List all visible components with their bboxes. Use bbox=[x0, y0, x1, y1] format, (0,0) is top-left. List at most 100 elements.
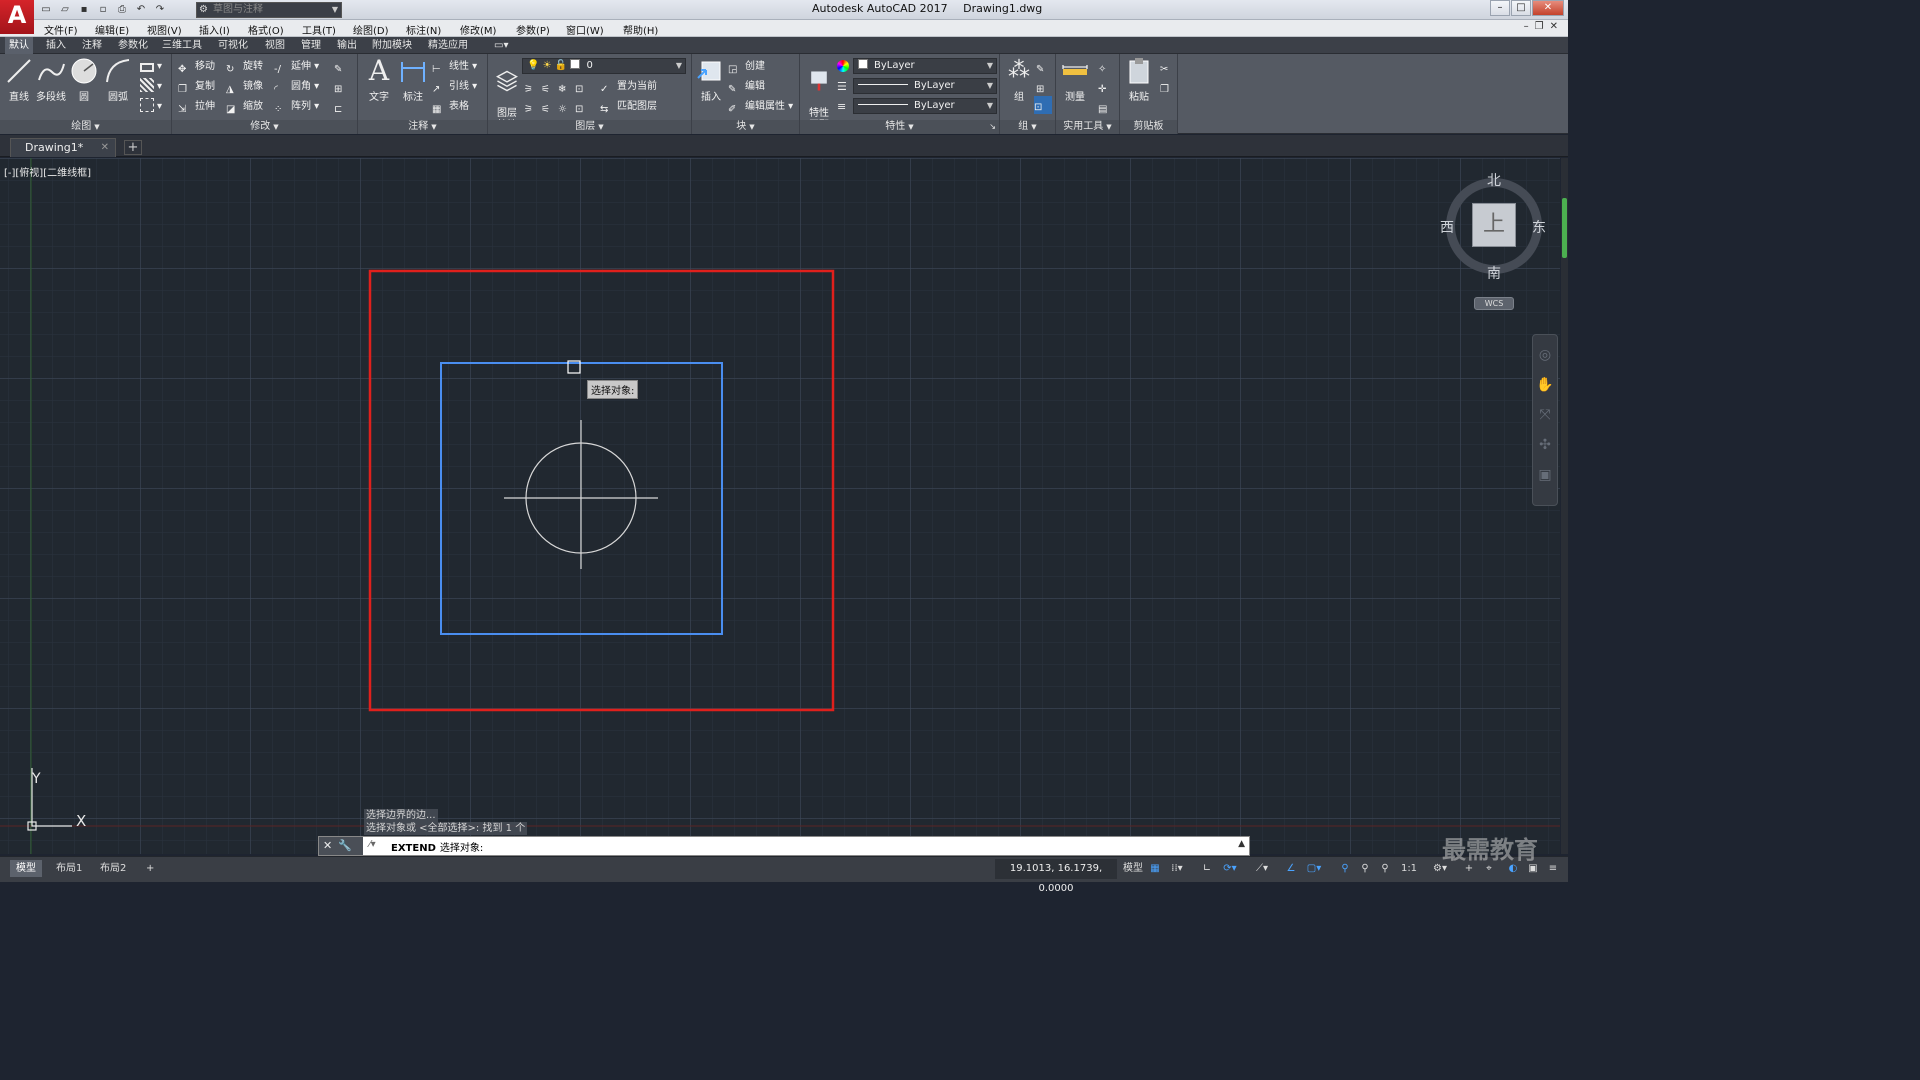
open-file-icon[interactable]: ▱ bbox=[57, 2, 73, 17]
tab-annotate[interactable]: 注释 bbox=[78, 37, 106, 54]
scale-button[interactable]: ◪ 缩放 bbox=[226, 98, 263, 116]
save-as-icon[interactable]: ▫ bbox=[95, 2, 111, 17]
workspace-selector[interactable]: ⚙ 草图与注释 ▼ bbox=[196, 2, 342, 18]
layer-tools-row1[interactable]: ⚞ ⚟ ❄ ⊡ bbox=[524, 78, 592, 96]
hatch-button[interactable]: ▾ bbox=[140, 78, 162, 96]
leader-button[interactable]: ↗ 引线 ▾ bbox=[432, 78, 477, 96]
compass-east[interactable]: 东 bbox=[1532, 217, 1546, 237]
wrench-icon[interactable]: 🔧 bbox=[338, 839, 358, 852]
linear-dim-button[interactable]: ⊢ 线性 ▾ bbox=[432, 58, 477, 76]
annotation-visibility-icon[interactable]: ⚲ bbox=[1338, 861, 1352, 877]
table-button[interactable]: ▦ 表格 bbox=[432, 98, 469, 116]
snap-icon[interactable]: ⁞⁞▾ bbox=[1166, 861, 1188, 877]
tab-layout2[interactable]: 布局2 bbox=[94, 860, 132, 877]
block-panel-title[interactable]: 块 ▼ bbox=[692, 120, 799, 134]
menu-edit[interactable]: 编辑(E) bbox=[95, 22, 129, 37]
command-history-toggle-icon[interactable]: ▲ bbox=[1238, 839, 1245, 849]
compass-south[interactable]: 南 bbox=[1487, 263, 1501, 283]
document-window-controls[interactable]: –❐✕ bbox=[1524, 21, 1564, 32]
ungroup-button[interactable]: ⊞ bbox=[1036, 78, 1053, 96]
layers-panel-title[interactable]: 图层 ▼ bbox=[488, 120, 691, 134]
offset-button[interactable]: ⊏ bbox=[334, 98, 351, 116]
annotation-scale-icon[interactable]: ⚲ bbox=[1378, 861, 1392, 877]
modify-panel-title[interactable]: 修改 ▼ bbox=[172, 120, 357, 134]
fillet-button[interactable]: ◜ 圆角 ▾ bbox=[274, 78, 319, 96]
lineweight-dropdown[interactable]: ByLayer ▼ bbox=[853, 98, 997, 114]
tab-view[interactable]: 视图 bbox=[261, 37, 289, 54]
dimension-button[interactable]: 标注 bbox=[396, 56, 430, 103]
menu-insert[interactable]: 插入(I) bbox=[199, 22, 230, 37]
calculator-button[interactable]: ▤ bbox=[1098, 98, 1115, 116]
zoom-extents-icon[interactable]: ⤧ bbox=[1535, 405, 1555, 425]
copy-clip-button[interactable]: ❐ bbox=[1160, 78, 1177, 96]
properties-panel-title[interactable]: 特性 ▼ ↘ bbox=[800, 120, 999, 134]
draw-panel-title[interactable]: 绘图 ▼ bbox=[0, 120, 171, 134]
application-menu-button[interactable]: A bbox=[0, 0, 34, 34]
command-input[interactable]: EXTEND 选择对象: bbox=[391, 839, 483, 854]
view-cube-face-top[interactable]: 上 bbox=[1472, 203, 1516, 247]
plot-icon[interactable]: ⎙ bbox=[114, 2, 130, 17]
copy-button[interactable]: ❐ 复制 bbox=[178, 78, 215, 96]
tab-addins[interactable]: 附加模块 bbox=[368, 37, 416, 54]
explode-button[interactable]: ⊞ bbox=[334, 78, 351, 96]
pan-hand-icon[interactable]: ✋ bbox=[1535, 375, 1555, 395]
customization-menu-icon[interactable]: ≡ bbox=[1546, 861, 1560, 877]
tab-parametric[interactable]: 参数化 bbox=[114, 37, 152, 54]
group-button[interactable]: ⁂ 组 bbox=[1002, 56, 1036, 103]
tab-insert[interactable]: 插入 bbox=[42, 37, 70, 54]
compass-north[interactable]: 北 bbox=[1487, 170, 1501, 190]
annotation-scale-value[interactable]: 1:1 bbox=[1396, 861, 1422, 877]
erase-button[interactable]: ✎ bbox=[334, 58, 351, 76]
move-button[interactable]: ✥ 移动 bbox=[178, 58, 215, 76]
array-button[interactable]: ⁘ 阵列 ▾ bbox=[274, 98, 319, 116]
menu-view[interactable]: 视图(V) bbox=[147, 22, 182, 37]
text-button[interactable]: A 文字 bbox=[362, 56, 396, 104]
create-block-button[interactable]: ◲ 创建 bbox=[728, 58, 765, 76]
arc-button[interactable]: 圆弧 bbox=[101, 56, 135, 103]
redo-icon[interactable]: ↷ bbox=[152, 2, 168, 17]
tab-layout1[interactable]: 布局1 bbox=[50, 860, 88, 877]
auto-scale-icon[interactable]: ⚲ bbox=[1358, 861, 1372, 877]
file-tab-drawing1[interactable]: Drawing1* ✕ bbox=[10, 138, 116, 157]
minimize-button[interactable]: – bbox=[1490, 0, 1510, 16]
maximize-button[interactable]: □ bbox=[1511, 0, 1531, 16]
group-selection-toggle[interactable]: ⊡ bbox=[1034, 96, 1052, 114]
menu-file[interactable]: 文件(F) bbox=[44, 22, 78, 37]
quick-select-button[interactable]: ✧ bbox=[1098, 58, 1115, 76]
menu-format[interactable]: 格式(O) bbox=[248, 22, 284, 37]
showmotion-icon[interactable]: ▣ bbox=[1535, 465, 1555, 485]
paste-button[interactable]: 粘贴 bbox=[1122, 56, 1156, 103]
menu-help[interactable]: 帮助(H) bbox=[623, 22, 658, 37]
isodraft-icon[interactable]: ⟋▾ bbox=[1250, 861, 1274, 877]
viewport-controls-label[interactable]: [-][俯视][二维线框] bbox=[4, 164, 91, 179]
tab-manage[interactable]: 管理 bbox=[297, 37, 325, 54]
steering-wheel-icon[interactable]: ◎ bbox=[1535, 345, 1555, 365]
menu-parametric[interactable]: 参数(P) bbox=[516, 22, 550, 37]
make-current-button[interactable]: ✓ 置为当前 bbox=[600, 78, 657, 96]
tab-visualize[interactable]: 可视化 bbox=[214, 37, 252, 54]
trim-extend-button[interactable]: -/延伸 ▾ bbox=[274, 58, 319, 76]
orbit-icon[interactable]: ✣ bbox=[1535, 435, 1555, 455]
view-cube[interactable]: 上 北 南 东 西 bbox=[1440, 170, 1548, 282]
compass-west[interactable]: 西 bbox=[1440, 217, 1454, 237]
coordinates-display[interactable]: 19.1013, 16.1739, 0.0000 bbox=[995, 859, 1117, 894]
edit-attributes-button[interactable]: ✐ 编辑属性 ▾ bbox=[728, 98, 793, 116]
undo-icon[interactable]: ↶ bbox=[133, 2, 149, 17]
drawing-canvas[interactable]: X Y [-][俯视][二维线框] 选择对象: 选择边界的边... 选择对象或 … bbox=[0, 158, 1560, 854]
measure-button[interactable]: 测量 bbox=[1058, 56, 1092, 103]
polyline-button[interactable]: 多段线 bbox=[34, 56, 68, 103]
tab-output[interactable]: 输出 bbox=[333, 37, 361, 54]
tab-default[interactable]: 默认 bbox=[5, 37, 33, 54]
close-button[interactable]: ✕ bbox=[1532, 0, 1564, 16]
layer-tools-row2[interactable]: ⚞ ⚟ ☼ ⊡ bbox=[524, 98, 592, 116]
panel-launcher-icon[interactable]: ↘ bbox=[989, 120, 996, 134]
rectangle-button[interactable]: ▾ bbox=[140, 58, 162, 76]
layer-dropdown[interactable]: 💡 ☀ 🔓 0 ▼ bbox=[522, 58, 686, 74]
polar-tracking-icon[interactable]: ⟳▾ bbox=[1218, 861, 1242, 877]
boundary-button[interactable]: ▾ bbox=[140, 98, 162, 116]
wcs-menu[interactable]: WCS bbox=[1474, 297, 1514, 310]
menu-window[interactable]: 窗口(W) bbox=[566, 22, 604, 37]
tab-3d-tools[interactable]: 三维工具 bbox=[158, 37, 206, 54]
groups-panel-title[interactable]: 组 ▼ bbox=[1000, 120, 1055, 134]
new-tab-button[interactable]: + bbox=[124, 140, 142, 155]
